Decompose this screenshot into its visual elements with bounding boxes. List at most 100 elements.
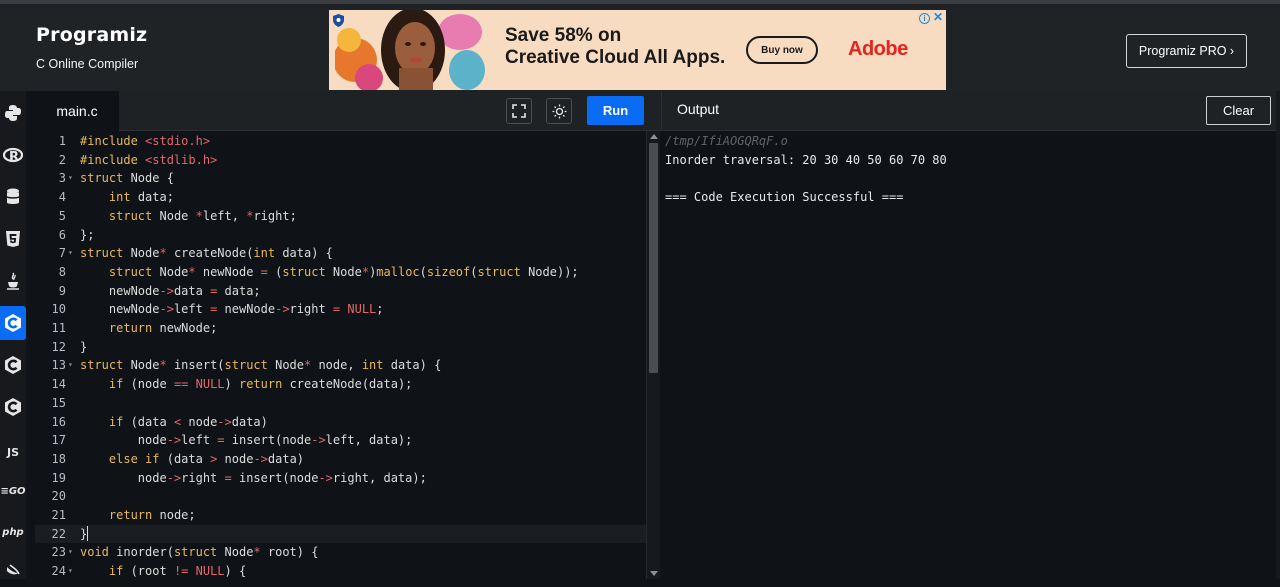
code-text[interactable]: if (data < node->data) xyxy=(80,413,268,432)
code-text[interactable]: }; xyxy=(80,226,94,245)
java-icon[interactable] xyxy=(0,264,26,298)
output-line: === Code Execution Successful === xyxy=(665,190,904,205)
line-number: 4 xyxy=(58,190,66,205)
code-line[interactable]: 15 xyxy=(35,394,646,413)
line-number: 8 xyxy=(58,264,66,279)
code-line[interactable]: 10 newNode->left = newNode->right = NULL… xyxy=(35,300,646,319)
ad-headline: Save 58% on Creative Cloud All Apps. xyxy=(505,25,725,69)
line-number: 9 xyxy=(58,283,66,298)
fold-arrow-icon[interactable]: ▾ xyxy=(68,244,73,263)
code-line[interactable]: 19 node->right = insert(node->right, dat… xyxy=(35,469,646,488)
code-text[interactable]: #include <stdlib.h> xyxy=(80,151,217,170)
fold-arrow-icon[interactable]: ▾ xyxy=(68,543,73,562)
close-icon[interactable]: ✕ xyxy=(933,10,943,24)
database-icon[interactable] xyxy=(0,180,26,214)
code-text[interactable]: struct Node* createNode(int data) { xyxy=(80,244,333,263)
html5-icon[interactable] xyxy=(0,222,26,256)
code-text[interactable]: struct Node *left, *right; xyxy=(80,207,297,226)
code-line[interactable]: 24 ▾ if (root != NULL) { xyxy=(35,562,646,579)
code-text[interactable]: node->left = insert(node->left, data); xyxy=(80,431,413,450)
clear-button[interactable]: Clear xyxy=(1206,96,1271,125)
cpp-icon[interactable] xyxy=(0,348,26,382)
swift-icon-glyph xyxy=(7,564,20,575)
ad-photo xyxy=(335,10,485,90)
code-line[interactable]: 6}; xyxy=(35,226,646,245)
sun-icon[interactable] xyxy=(546,98,572,124)
code-editor[interactable]: 1 #include <stdio.h> 2 #include <stdlib.h> 3… xyxy=(35,131,646,579)
code-line[interactable]: 22} xyxy=(35,524,646,544)
code-line[interactable]: 21 return node; xyxy=(35,506,646,525)
code-line[interactable]: 2 #include <stdlib.h> xyxy=(35,151,646,170)
line-number: 22 xyxy=(51,526,66,541)
language-sidebar: R JS ≡GO php xyxy=(0,91,26,579)
output-title: Output xyxy=(677,101,720,117)
code-text[interactable]: struct Node* newNode = (struct Node*)mal… xyxy=(80,263,579,282)
code-text[interactable]: node->right = insert(node->right, data); xyxy=(80,469,427,488)
code-line[interactable]: 14 if (node == NULL) return createNode(d… xyxy=(35,375,646,394)
line-number: 16 xyxy=(51,414,66,429)
code-line[interactable]: 1 #include <stdio.h> xyxy=(35,132,646,151)
run-button[interactable]: Run xyxy=(587,96,644,125)
code-line[interactable]: 5 struct Node *left, *right; xyxy=(35,207,646,226)
advertisement-banner[interactable]: Save 58% on Creative Cloud All Apps. Buy… xyxy=(329,10,946,90)
code-text[interactable]: if (root != NULL) { xyxy=(80,562,246,579)
text-cursor xyxy=(87,525,89,541)
code-line[interactable]: 9 newNode->data = data; xyxy=(35,282,646,301)
line-number: 23 xyxy=(51,545,66,560)
csharp-icon[interactable] xyxy=(0,390,26,424)
code-text[interactable]: else if (data > node->data) xyxy=(80,450,304,469)
js-icon[interactable]: JS xyxy=(0,435,26,469)
code-text[interactable]: #include <stdio.h> xyxy=(80,132,210,151)
output-toolbar: Output Clear xyxy=(661,91,1280,131)
code-text[interactable]: } xyxy=(80,525,89,544)
code-line[interactable]: 11 return newNode; xyxy=(35,319,646,338)
line-number: 20 xyxy=(51,489,66,504)
code-text[interactable]: newNode->left = newNode->right = NULL; xyxy=(80,300,384,319)
code-line[interactable]: 23 ▾ void inorder(struct Node* root) { xyxy=(35,543,646,562)
go-icon[interactable]: ≡GO xyxy=(0,474,26,508)
scroll-up-arrow[interactable] xyxy=(650,134,658,139)
code-line[interactable]: 7 ▾ struct Node* createNode(int data) { xyxy=(35,244,646,263)
scroll-down-arrow[interactable] xyxy=(650,571,658,576)
code-text[interactable]: void inorder(struct Node* root) { xyxy=(80,543,318,562)
code-text[interactable]: } xyxy=(80,338,87,357)
code-line[interactable]: 18 else if (data > node->data) xyxy=(35,450,646,469)
code-line[interactable]: 4 int data; xyxy=(35,188,646,207)
brand[interactable]: Programiz C Online Compiler xyxy=(36,24,147,71)
python-icon[interactable] xyxy=(0,96,26,130)
code-text[interactable]: struct Node { xyxy=(80,169,174,188)
file-tab-main-c[interactable]: main.c xyxy=(35,91,119,131)
scrollbar-thumb[interactable] xyxy=(649,143,658,373)
ad-buy-now-button[interactable]: Buy now xyxy=(746,36,818,64)
code-line[interactable]: 3 ▾ struct Node { xyxy=(35,169,646,188)
code-text[interactable]: int data; xyxy=(80,188,174,207)
ad-headline-line1: Save 58% on xyxy=(505,25,622,46)
code-line[interactable]: 13 ▾ struct Node* insert(struct Node* node… xyxy=(35,356,646,375)
c-icon[interactable] xyxy=(0,306,26,340)
code-text[interactable]: struct Node* insert(struct Node* node, i… xyxy=(80,356,441,375)
info-icon[interactable]: i xyxy=(919,13,930,24)
page-subtitle: C Online Compiler xyxy=(36,57,139,71)
code-text[interactable]: return node; xyxy=(80,506,196,525)
code-line[interactable]: 16 if (data < node->data) xyxy=(35,413,646,432)
swift-icon[interactable] xyxy=(0,553,26,587)
fold-arrow-icon[interactable]: ▾ xyxy=(68,169,73,188)
php-icon[interactable]: php xyxy=(0,515,26,549)
line-number: 13 xyxy=(51,358,66,373)
code-line[interactable]: 12} xyxy=(35,338,646,357)
fullscreen-icon[interactable] xyxy=(506,98,532,124)
code-line[interactable]: 17 node->left = insert(node->left, data)… xyxy=(35,431,646,450)
code-line[interactable]: 8 struct Node* newNode = (struct Node*)m… xyxy=(35,263,646,282)
editor-scrollbar[interactable] xyxy=(646,131,660,579)
code-text[interactable]: return newNode; xyxy=(80,319,217,338)
fold-arrow-icon[interactable]: ▾ xyxy=(68,356,73,375)
r-icon-glyph: R xyxy=(3,147,23,163)
code-text[interactable]: newNode->data = data; xyxy=(80,282,261,301)
programiz-pro-button[interactable]: Programiz PRO › xyxy=(1126,34,1247,68)
code-text[interactable]: if (node == NULL) return createNode(data… xyxy=(80,375,412,394)
fold-arrow-icon[interactable]: ▾ xyxy=(68,562,73,579)
r-icon[interactable]: R xyxy=(0,138,26,172)
programiz-logo[interactable]: Programiz xyxy=(36,24,147,46)
code-line[interactable]: 20 xyxy=(35,487,646,506)
output-file-path: /tmp/IfiAOGQRqF.o xyxy=(665,134,788,148)
